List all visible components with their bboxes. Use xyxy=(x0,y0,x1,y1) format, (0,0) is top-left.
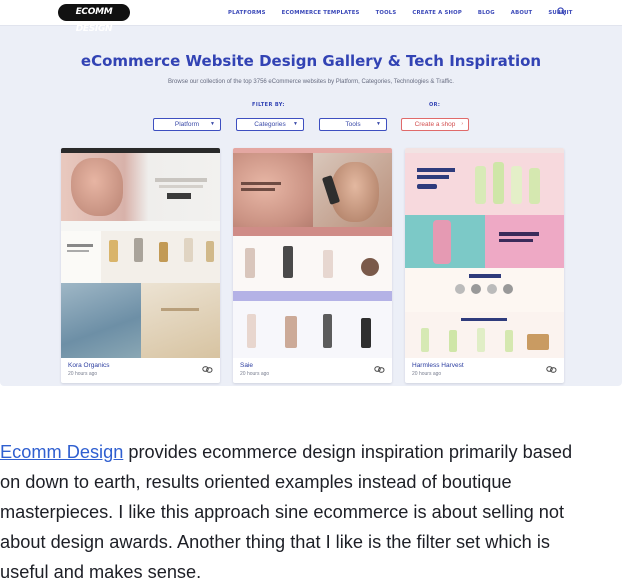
nav-item-ecommerce-templates[interactable]: ECOMMERCE TEMPLATES xyxy=(282,8,360,18)
paragraph-line: masterpieces. I like this approach sine … xyxy=(0,502,565,522)
categories-dropdown-label: Categories xyxy=(254,121,286,128)
timestamp: 20 hours ago xyxy=(240,371,270,377)
create-shop-button[interactable]: Create a shop › xyxy=(401,118,469,131)
or-label: OR: xyxy=(429,102,441,108)
paragraph-line: useful and makes sense. xyxy=(0,562,202,582)
site-thumbnail[interactable] xyxy=(405,148,564,358)
platform-dropdown-label: Platform xyxy=(174,121,200,128)
site-name[interactable]: Saie xyxy=(240,362,253,370)
tools-dropdown-label: Tools xyxy=(345,121,361,128)
paragraph-text: provides ecommerce design inspiration pr… xyxy=(123,442,573,462)
timestamp: 20 hours ago xyxy=(68,371,98,377)
article-paragraph: Ecomm Design provides ecommerce design i… xyxy=(0,437,622,586)
paragraph-line: Ecomm Design provides ecommerce design i… xyxy=(0,437,622,467)
nav-item-create-a-shop[interactable]: CREATE A SHOP xyxy=(412,8,462,18)
site-card-harmless-harvest[interactable]: Harmless Harvest 20 hours ago xyxy=(405,148,564,383)
ecomm-design-link[interactable]: Ecomm Design xyxy=(0,442,123,462)
caret-down-icon: ▼ xyxy=(293,121,298,127)
platform-dropdown[interactable]: Platform ▼ xyxy=(153,118,221,131)
site-thumbnail[interactable] xyxy=(61,148,220,358)
site-name[interactable]: Kora Organics xyxy=(68,362,110,370)
nav-menu: PLATFORMS ECOMMERCE TEMPLATES TOOLS CREA… xyxy=(228,8,589,18)
search-icon[interactable] xyxy=(557,7,566,16)
nav-item-platforms[interactable]: PLATFORMS xyxy=(228,8,266,18)
paragraph-line: about design awards. Another thing that … xyxy=(0,532,550,552)
link-icon[interactable] xyxy=(202,365,213,374)
filter-by-label: FILTER BY: xyxy=(252,102,285,108)
site-card-saie[interactable]: Saie 20 hours ago xyxy=(233,148,392,383)
tools-dropdown[interactable]: Tools ▼ xyxy=(319,118,387,131)
site-thumbnail[interactable] xyxy=(233,148,392,358)
site-name[interactable]: Harmless Harvest xyxy=(412,362,464,370)
link-icon[interactable] xyxy=(546,365,557,374)
page-title: eCommerce Website Design Gallery & Tech … xyxy=(80,52,542,70)
link-icon[interactable] xyxy=(374,365,385,374)
caret-down-icon: ▼ xyxy=(376,121,381,127)
site-logo[interactable]: ECOMM DESIGN xyxy=(58,4,130,34)
nav-item-blog[interactable]: BLOG xyxy=(478,8,495,18)
top-navigation: ECOMM DESIGN PLATFORMS ECOMMERCE TEMPLAT… xyxy=(0,0,622,34)
page-subtitle: Browse our collection of the top 3756 eC… xyxy=(168,79,454,85)
chevron-right-icon: › xyxy=(461,121,463,127)
site-card-kora-organics[interactable]: Kora Organics 20 hours ago xyxy=(61,148,220,383)
categories-dropdown[interactable]: Categories ▼ xyxy=(236,118,304,131)
paragraph-line: on down to earth, results oriented examp… xyxy=(0,472,512,492)
gallery-screenshot: ECOMM DESIGN PLATFORMS ECOMMERCE TEMPLAT… xyxy=(0,0,622,386)
caret-down-icon: ▼ xyxy=(210,121,215,127)
nav-item-about[interactable]: ABOUT xyxy=(511,8,533,18)
timestamp: 20 hours ago xyxy=(412,371,442,377)
create-shop-label: Create a shop xyxy=(414,121,456,128)
nav-item-tools[interactable]: TOOLS xyxy=(376,8,397,18)
